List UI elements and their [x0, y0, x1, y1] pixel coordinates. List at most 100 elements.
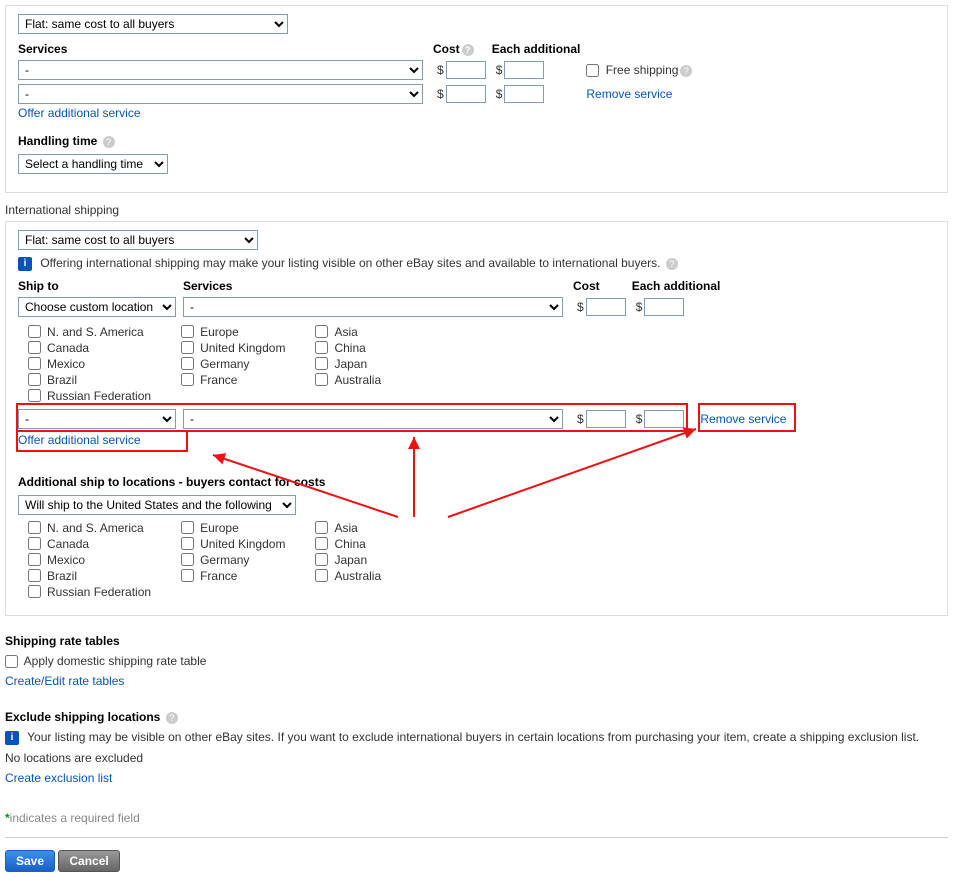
domestic-shipping-type-select[interactable]: Flat: same cost to all buyers	[18, 14, 288, 34]
intl-row2-shipto-select[interactable]: -	[18, 409, 176, 429]
free-shipping-checkbox[interactable]	[586, 64, 599, 77]
dollar-sign: $	[636, 412, 643, 426]
domestic-services-table: Services Cost? Each additional - $ $ Fre…	[18, 40, 698, 106]
domestic-service-2-select[interactable]: -	[18, 84, 423, 104]
rate-tables-section: Shipping rate tables Apply domestic ship…	[5, 626, 948, 702]
location-checkbox[interactable]	[28, 585, 41, 598]
domestic-service-1-select[interactable]: -	[18, 60, 423, 80]
location-item: Europe	[181, 325, 285, 339]
location-checkbox[interactable]	[181, 553, 194, 566]
intl-offer-additional-link[interactable]: Offer additional service	[18, 433, 141, 447]
location-checkbox[interactable]	[28, 341, 41, 354]
location-checkbox[interactable]	[28, 373, 41, 386]
location-item: Germany	[181, 553, 285, 567]
location-checkbox[interactable]	[181, 373, 194, 386]
intl-addl-header: Each additional	[632, 279, 721, 293]
location-label: Australia	[334, 569, 381, 583]
addl-ship-to-label: Additional ship to locations - buyers co…	[18, 475, 935, 489]
location-label: Germany	[200, 553, 249, 567]
location-checkbox[interactable]	[28, 537, 41, 550]
intl-cost-1-input[interactable]	[586, 298, 626, 316]
location-checkbox[interactable]	[28, 553, 41, 566]
dollar-sign: $	[577, 412, 584, 426]
save-button[interactable]: Save	[5, 850, 55, 872]
handling-time-select[interactable]: Select a handling time	[18, 154, 168, 174]
location-label: Canada	[47, 537, 89, 551]
location-checkbox[interactable]	[315, 553, 328, 566]
ship-to-header: Ship to	[18, 279, 59, 293]
apply-rate-table-checkbox[interactable]	[5, 655, 18, 668]
dollar-sign: $	[437, 63, 444, 77]
create-exclusion-list-link[interactable]: Create exclusion list	[5, 771, 112, 785]
domestic-addl-2-input[interactable]	[504, 85, 544, 103]
location-item: Mexico	[28, 357, 151, 371]
location-checkbox[interactable]	[28, 325, 41, 338]
location-label: Brazil	[47, 373, 77, 387]
location-checkbox[interactable]	[181, 521, 194, 534]
intl-row2-cost-input[interactable]	[586, 410, 626, 428]
divider	[5, 837, 948, 838]
intl-shipping-type-select[interactable]: Flat: same cost to all buyers	[18, 230, 258, 250]
intl-info-text: Offering international shipping may make…	[40, 256, 660, 270]
intl-shipping-title: International shipping	[5, 203, 948, 217]
location-label: Mexico	[47, 357, 85, 371]
intl-locations-grid: N. and S. America Canada Mexico Brazil Russi…	[28, 325, 935, 403]
intl-service-1-select[interactable]: -	[183, 297, 563, 317]
help-icon[interactable]: ?	[666, 258, 678, 270]
location-item: Europe	[181, 521, 285, 535]
location-item: Asia	[315, 325, 381, 339]
location-checkbox[interactable]	[315, 341, 328, 354]
dollar-sign: $	[577, 300, 584, 314]
location-checkbox[interactable]	[28, 389, 41, 402]
location-checkbox[interactable]	[315, 325, 328, 338]
location-checkbox[interactable]	[315, 373, 328, 386]
location-checkbox[interactable]	[28, 521, 41, 534]
location-label: Russian Federation	[47, 389, 151, 403]
location-label: N. and S. America	[47, 325, 144, 339]
intl-shipping-section: Flat: same cost to all buyers i Offering…	[5, 221, 948, 616]
location-item: China	[315, 537, 381, 551]
location-checkbox[interactable]	[181, 537, 194, 550]
location-checkbox[interactable]	[181, 569, 194, 582]
addl-ship-to-select[interactable]: Will ship to the United States and the f…	[18, 495, 296, 515]
intl-ship-to-select[interactable]: Choose custom location	[18, 297, 176, 317]
remove-service-link[interactable]: Remove service	[586, 87, 672, 101]
location-checkbox[interactable]	[28, 569, 41, 582]
location-item: France	[181, 569, 285, 583]
location-checkbox[interactable]	[28, 357, 41, 370]
location-item: Australia	[315, 373, 381, 387]
intl-row2-addl-input[interactable]	[644, 410, 684, 428]
location-label: Japan	[334, 553, 367, 567]
domestic-cost-2-input[interactable]	[446, 85, 486, 103]
cancel-button[interactable]: Cancel	[58, 850, 119, 872]
location-label: Europe	[200, 521, 239, 535]
location-item: Brazil	[28, 569, 151, 583]
help-icon[interactable]: ?	[166, 712, 178, 724]
help-icon[interactable]: ?	[680, 65, 692, 77]
location-checkbox[interactable]	[315, 521, 328, 534]
help-icon[interactable]: ?	[462, 44, 474, 56]
location-checkbox[interactable]	[181, 357, 194, 370]
intl-remove-service-link[interactable]: Remove service	[700, 412, 786, 426]
location-label: France	[200, 569, 237, 583]
exclude-info-text: Your listing may be visible on other eBa…	[27, 730, 919, 744]
domestic-addl-1-input[interactable]	[504, 61, 544, 79]
domestic-cost-1-input[interactable]	[446, 61, 486, 79]
create-edit-rate-tables-link[interactable]: Create/Edit rate tables	[5, 674, 124, 688]
offer-additional-service-link[interactable]: Offer additional service	[18, 106, 141, 120]
location-checkbox[interactable]	[315, 537, 328, 550]
intl-row2-service-select[interactable]: -	[183, 409, 563, 429]
location-checkbox[interactable]	[315, 357, 328, 370]
dollar-sign: $	[437, 87, 444, 101]
location-checkbox[interactable]	[315, 569, 328, 582]
help-icon[interactable]: ?	[103, 136, 115, 148]
location-label: Canada	[47, 341, 89, 355]
location-checkbox[interactable]	[181, 325, 194, 338]
location-item: Canada	[28, 537, 151, 551]
location-label: Japan	[334, 357, 367, 371]
intl-addl-1-input[interactable]	[644, 298, 684, 316]
dollar-sign: $	[636, 300, 643, 314]
intl-cost-header: Cost	[573, 279, 600, 293]
location-label: China	[334, 537, 365, 551]
location-checkbox[interactable]	[181, 341, 194, 354]
